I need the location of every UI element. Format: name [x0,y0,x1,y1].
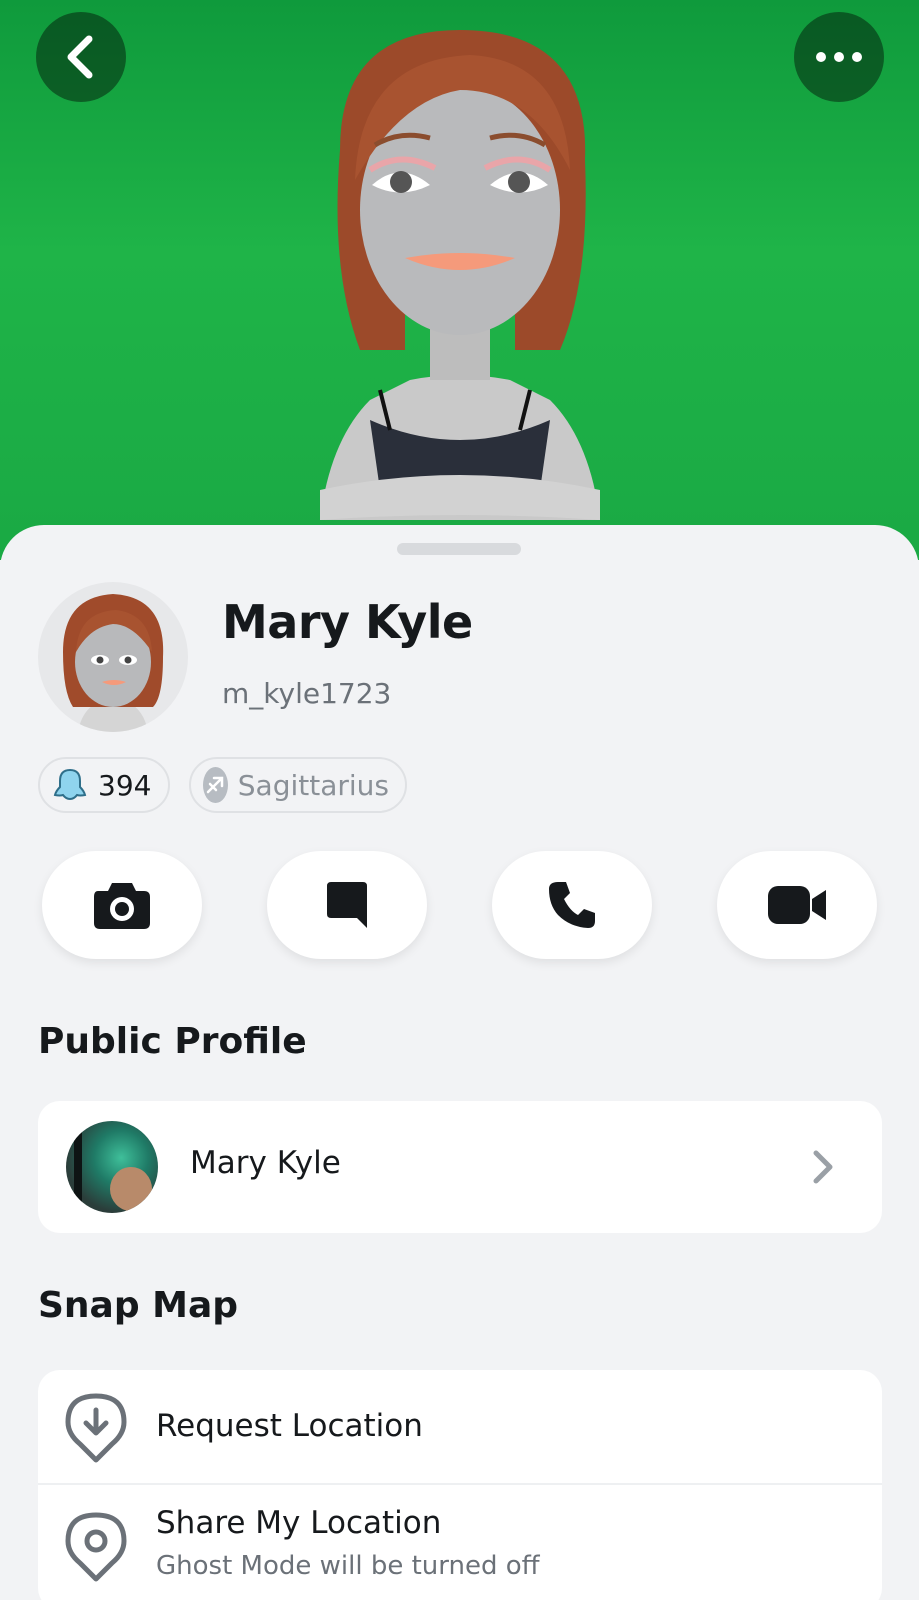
zodiac-badge[interactable]: Sagittarius [189,757,407,813]
snap-score-value: 394 [98,768,152,802]
display-name: Mary Kyle [222,595,473,649]
username: m_kyle1723 [222,677,392,710]
public-profile-name: Mary Kyle [190,1145,341,1181]
share-location-subtitle: Ghost Mode will be turned off [156,1551,540,1581]
request-location-label: Request Location [156,1408,423,1444]
public-profile-thumbnail [66,1121,158,1213]
chevron-right-icon [813,1150,833,1184]
camera-button[interactable] [42,851,202,959]
profile-sheet: Mary Kyle m_kyle1723 394 Sagittarius Pub… [0,525,919,1600]
public-profile-card[interactable]: Mary Kyle [38,1101,882,1233]
phone-icon [549,882,595,928]
bitmoji-avatar-large [320,30,600,520]
camera-icon [94,883,150,929]
sagittarius-icon [203,767,228,803]
back-button[interactable] [36,12,126,102]
public-profile-title: Public Profile [38,1021,307,1062]
bitmoji-avatar-small [63,594,164,732]
avatar[interactable] [38,582,188,732]
more-options-button[interactable] [794,12,884,102]
chat-button[interactable] [267,851,427,959]
location-pin-icon [65,1512,127,1582]
sheet-grabber[interactable] [397,543,521,555]
video-call-button[interactable] [717,851,877,959]
snap-map-title: Snap Map [38,1285,239,1326]
chevron-left-icon [67,35,93,79]
location-request-icon [65,1393,127,1463]
zodiac-label: Sagittarius [237,768,389,802]
ellipsis-icon [816,52,862,62]
chat-icon [327,882,367,928]
call-button[interactable] [492,851,652,959]
snap-map-card: Request Location Share My Location Ghost… [38,1370,882,1600]
video-icon [768,886,826,924]
request-location-row[interactable]: Request Location [38,1370,882,1485]
share-location-label: Share My Location [156,1505,442,1541]
snap-score-badge[interactable]: 394 [38,757,170,813]
profile-hero [0,0,919,560]
share-location-row[interactable]: Share My Location Ghost Mode will be tur… [38,1485,882,1600]
ghost-icon [53,768,87,801]
